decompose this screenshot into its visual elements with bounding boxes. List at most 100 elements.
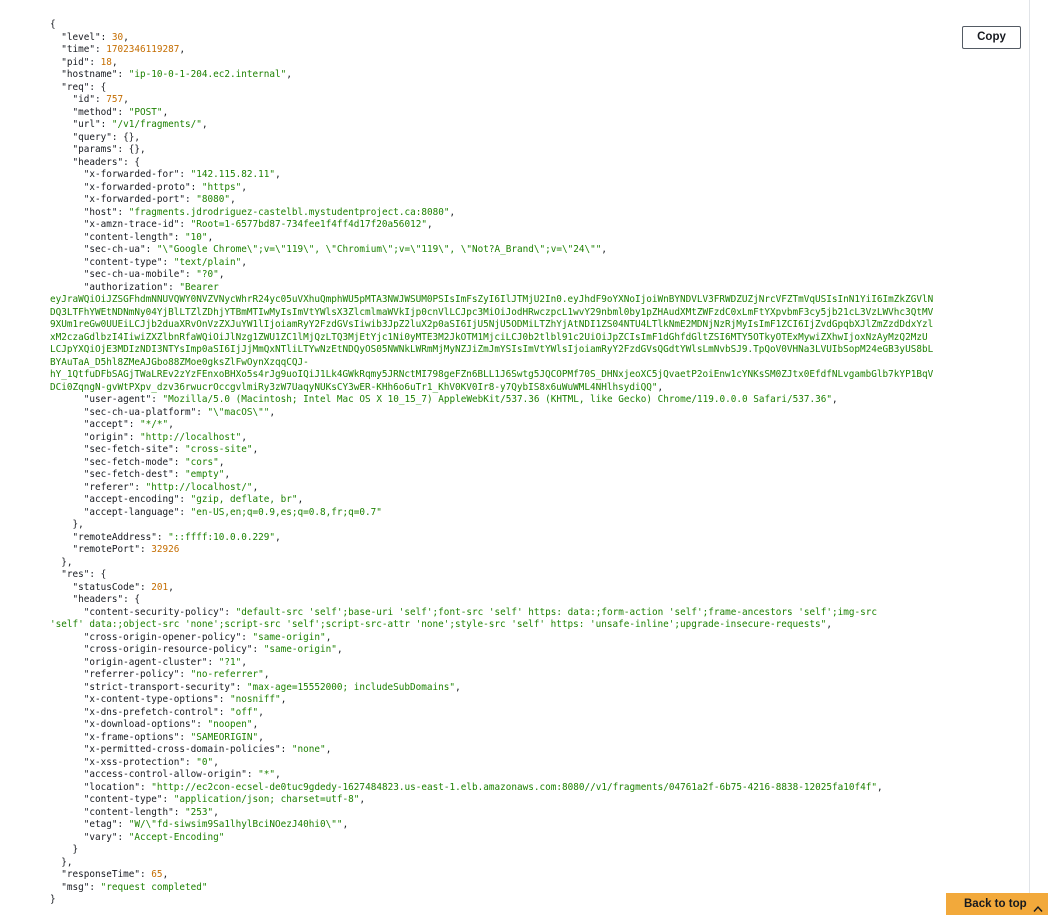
code-line: "headers": { bbox=[50, 594, 930, 607]
json-number: 65 bbox=[151, 869, 163, 880]
json-punct bbox=[50, 244, 84, 255]
json-punct: : bbox=[134, 481, 146, 493]
json-string: DQ3LTFhYWEtNDNmNy04YjBlLTZlZDhjYTBmMTIwM… bbox=[50, 306, 934, 318]
json-punct bbox=[50, 569, 61, 580]
json-key: "method" bbox=[72, 106, 118, 118]
json-string: 9XUm1reGw0UUEiLCJjb2duaXRvOnVzZXJuYW1lIj… bbox=[50, 319, 934, 330]
json-punct: : bbox=[179, 731, 191, 743]
json-punct bbox=[50, 594, 73, 605]
json-key: "level" bbox=[61, 31, 101, 43]
json-punct bbox=[50, 419, 84, 430]
json-string: "0" bbox=[196, 756, 214, 768]
json-key: "user-agent" bbox=[83, 394, 152, 405]
json-punct: , bbox=[263, 669, 270, 680]
json-string: "http://localhost/" bbox=[145, 481, 253, 493]
json-punct: , bbox=[275, 531, 281, 543]
json-punct bbox=[50, 757, 84, 768]
code-line: "accept": "*/*", bbox=[50, 419, 930, 432]
json-key: "access-control-allow-origin" bbox=[83, 769, 247, 780]
json-punct: , bbox=[201, 119, 208, 130]
json-punct: : bbox=[168, 281, 180, 293]
code-line: "content-type": "application/json; chars… bbox=[50, 794, 930, 807]
json-punct bbox=[50, 182, 84, 193]
code-line: "time": 1702346119287, bbox=[50, 44, 930, 57]
code-line: "statusCode": 201, bbox=[50, 582, 930, 595]
json-punct: : bbox=[185, 194, 197, 205]
json-string: "/v1/fragments/" bbox=[111, 119, 202, 130]
json-string: "application/json; charset=utf-8" bbox=[173, 794, 360, 805]
json-punct: : bbox=[117, 206, 129, 218]
json-punct: : { bbox=[89, 569, 107, 580]
code-line: "content-type": "text/plain", bbox=[50, 257, 930, 270]
json-key: "pid" bbox=[61, 56, 90, 68]
json-punct: , bbox=[336, 644, 343, 655]
json-punct: : bbox=[128, 431, 141, 443]
json-punct: : { bbox=[123, 594, 141, 605]
json-punct: : bbox=[246, 769, 259, 780]
code-line: "host": "fragments.jdrodriguez-castelbl.… bbox=[50, 207, 930, 220]
back-to-top-label: Back to top bbox=[964, 898, 1027, 910]
json-key: "sec-fetch-dest" bbox=[83, 469, 174, 480]
json-string: "empty" bbox=[185, 469, 225, 480]
json-key: "origin-agent-cluster" bbox=[83, 656, 208, 668]
json-key: "accept-language" bbox=[83, 506, 180, 518]
json-string: "\"macOS\"" bbox=[207, 406, 270, 418]
json-punct: , bbox=[258, 731, 264, 743]
code-line: "url": "/v1/fragments/", bbox=[50, 119, 930, 132]
json-key: "location" bbox=[83, 781, 141, 793]
json-string: "POST" bbox=[128, 106, 163, 118]
json-string: LCJpYXQiOjE3MDIzNDI3NTYsImp0aSI6IjJjMmQx… bbox=[50, 344, 934, 355]
json-key: "host" bbox=[83, 206, 118, 218]
copy-button[interactable]: Copy bbox=[962, 26, 1021, 49]
json-punct: : { bbox=[89, 81, 107, 93]
json-key: "query" bbox=[72, 131, 112, 143]
json-punct bbox=[50, 82, 61, 93]
json-punct: : { bbox=[123, 156, 141, 168]
json-punct bbox=[50, 532, 73, 543]
json-punct: : bbox=[140, 781, 152, 793]
json-punct bbox=[50, 157, 73, 168]
json-string: "253" bbox=[185, 806, 214, 818]
json-string: "request completed" bbox=[100, 881, 208, 893]
code-line: "msg": "request completed" bbox=[50, 882, 930, 895]
json-punct: , bbox=[123, 31, 129, 43]
json-punct bbox=[50, 407, 84, 418]
code-line: "origin": "http://localhost", bbox=[50, 432, 930, 445]
code-line: "method": "POST", bbox=[50, 107, 930, 120]
json-key: "x-forwarded-port" bbox=[83, 194, 186, 205]
json-punct: , bbox=[269, 406, 276, 418]
json-string: "gzip, deflate, br" bbox=[190, 494, 298, 505]
code-line: LCJpYXQiOjE3MDIzNDI3NTYsImp0aSI6IjJjMmQx… bbox=[50, 344, 934, 357]
json-log-viewer: { "level": 30, "time": 1702346119287, "p… bbox=[50, 19, 934, 907]
code-line: "params": {}, bbox=[50, 144, 930, 157]
code-line: "vary": "Accept-Encoding" bbox=[50, 832, 930, 845]
code-line: BYAuTaA_D5hl8ZMeAJGbo88ZMoe0gksZlFwOynXz… bbox=[50, 357, 930, 370]
json-string: eyJraWQiOiJZSGFhdmNNUVQWY0NVZVNycWhrR24y… bbox=[50, 294, 934, 305]
code-line: hY_1QtfuDFbSAGjTWaLREv2zYzFEnxoBHXo5s4rJ… bbox=[50, 369, 933, 382]
json-string: "Accept-Encoding" bbox=[128, 831, 225, 843]
code-line: "accept-encoding": "gzip, deflate, br", bbox=[50, 494, 930, 507]
back-to-top-button[interactable]: Back to top bbox=[946, 893, 1048, 915]
json-punct bbox=[50, 769, 84, 780]
code-line: "cross-origin-opener-policy": "same-orig… bbox=[50, 632, 930, 645]
json-punct bbox=[50, 457, 84, 468]
json-key: "cross-origin-resource-policy" bbox=[83, 644, 253, 655]
code-line: "res": { bbox=[50, 569, 930, 582]
json-punct: }, bbox=[50, 519, 84, 530]
json-key: "responseTime" bbox=[61, 869, 141, 880]
json-key: "headers" bbox=[72, 594, 124, 605]
json-punct: : bbox=[89, 881, 101, 893]
json-punct: : bbox=[252, 644, 264, 655]
json-punct: , bbox=[213, 756, 219, 768]
json-punct bbox=[50, 819, 84, 830]
code-line: "sec-fetch-mode": "cors", bbox=[50, 457, 930, 470]
json-punct: : bbox=[235, 681, 247, 693]
json-punct: , bbox=[325, 744, 332, 755]
json-punct: : bbox=[100, 31, 112, 43]
json-number: 757 bbox=[106, 94, 124, 105]
json-punct bbox=[50, 832, 84, 843]
json-key: "id" bbox=[72, 94, 96, 105]
code-line: "content-security-policy": "default-src … bbox=[50, 607, 930, 620]
code-line: "content-length": "10", bbox=[50, 232, 930, 245]
json-key: "cross-origin-opener-policy" bbox=[83, 631, 242, 643]
